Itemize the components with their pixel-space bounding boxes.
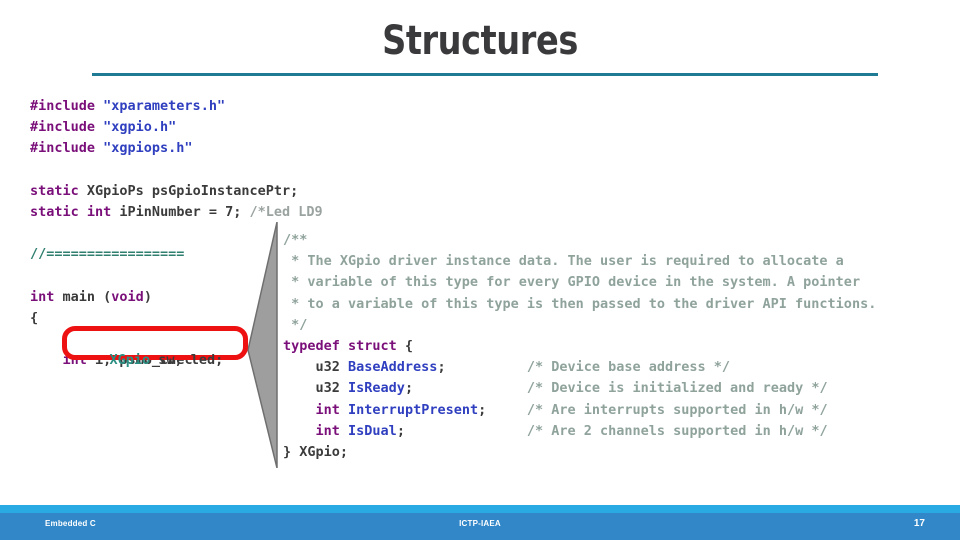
code-token: * variable of this type for every GPIO d… [283,274,861,291]
code-token: ; [478,401,487,418]
code-token: int [86,203,112,220]
code-screenshot: #include "xparameters.h" #include "xgpio.… [0,96,960,486]
code-right-line: /** [283,230,876,251]
code-token: /** [283,232,308,248]
highlight-type-token: XGpio [109,352,151,368]
code-left-line: static int iPinNumber = 7; /*Led LD9 [30,202,323,223]
code-token: #include [30,140,104,157]
code-token: IsReady [348,380,405,397]
code-token: "xgpiops.h" [103,140,193,157]
code-token: int [283,422,340,439]
code-token: ; [396,422,405,439]
code-right-line: * The XGpio driver instance data. The us… [283,251,876,272]
code-token: 7 [225,203,234,220]
code-token: #include [30,98,104,114]
code-token: u32 [283,380,349,397]
code-token: * The XGpio driver instance data. The us… [283,253,844,270]
slide-canvas: Structures #include "xparameters.h" #incl… [0,0,960,540]
code-token: static [30,182,87,199]
code-right-line: int IsDual; /* Are 2 channels supported … [283,421,876,442]
code-token: /* Device base address */ [445,359,731,376]
code-token: "xparameters.h" [103,98,226,114]
code-left-line: static XGpioPs psGpioInstancePtr; [30,181,323,202]
code-right-line: * variable of this type for every GPIO d… [283,272,876,293]
page-title: Structures [382,18,578,64]
code-token: /* Are 2 channels supported in h/w */ [404,422,828,439]
code-right-line: * to a variable of this type is then pas… [283,294,876,315]
code-token: "xgpio.h" [103,119,177,136]
code-left-line: #include "xgpio.h" [30,117,323,138]
code-right-column: /** * The XGpio driver instance data. Th… [283,230,876,463]
code-token: int [283,401,340,418]
code-token: ; [404,380,414,397]
code-right-line: u32 IsReady; /* Device is initialized an… [283,378,876,399]
code-token: main ( [54,288,112,305]
code-token: /* Device is initialized and ready */ [413,380,828,397]
code-token: ; [233,203,250,220]
code-token: ) [143,288,152,305]
footer-organization-label: ICTP-IAEA [459,519,501,528]
code-right-line: } XGpio; [283,442,876,463]
code-left-line: #include "xparameters.h" [30,96,323,117]
code-token: { [30,309,39,326]
code-token: } XGpio; [283,443,349,460]
footer-accent-bar [0,505,960,513]
code-token: void [111,288,144,305]
highlight-rest-token: sw, led; [150,352,224,368]
code-token: { [396,337,414,354]
code-left-line: #include "xgpiops.h" [30,138,323,159]
code-right-line: int InterruptPresent; /* Are interrupts … [283,400,876,421]
code-token: XGpioPs psGpioInstancePtr; [86,182,299,199]
code-token: int [30,288,55,305]
code-right-line: u32 BaseAddress; /* Device base address … [283,357,876,378]
code-left-line [30,160,323,181]
code-token: //================= [30,246,185,263]
code-token: /* Are interrupts supported in h/w */ [486,401,828,418]
footer-page-number: 17 [913,518,925,529]
code-token: static [30,203,87,220]
title-divider [92,73,878,76]
code-token: IsDual [348,422,397,439]
code-token: u32 [283,359,349,376]
code-token: typedef struct [283,337,397,354]
code-token: iPinNumber = [111,203,226,220]
code-token: BaseAddress [348,359,438,376]
code-token: */ [283,316,308,333]
code-right-line: */ [283,315,876,336]
code-token: #include [30,119,104,136]
code-token: * to a variable of this type is then pas… [283,295,877,312]
highlight-code-text: XGpio sw, led; [77,336,224,384]
code-token: /*Led LD9 [249,203,323,220]
code-token: InterruptPresent [348,401,479,418]
code-right-line: typedef struct { [283,336,876,357]
code-token: ; [437,359,446,376]
